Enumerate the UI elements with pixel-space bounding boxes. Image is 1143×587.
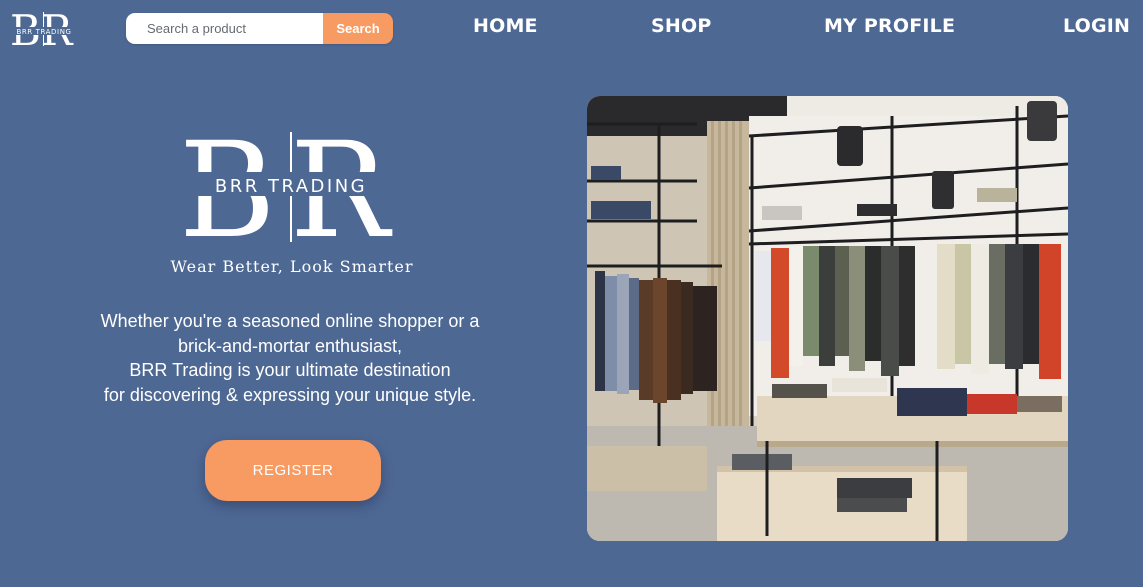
hero-brand-name: BRR TRADING (215, 176, 367, 197)
hero-logo: BR BRR TRADING (176, 122, 406, 244)
brr-logo-icon: BR BRR TRADING (10, 6, 76, 50)
search-button[interactable]: Search (323, 13, 393, 44)
nav-login-link[interactable]: LOGIN (1063, 15, 1130, 37)
nav-shop-link[interactable]: SHOP (651, 15, 711, 37)
description-line: for discovering & expressing your unique… (103, 384, 477, 405)
description-line: brick-and-mortar enthusiast, (177, 335, 403, 356)
brand-logo[interactable]: BR BRR TRADING (8, 6, 80, 50)
logo-subtext: BRR TRADING (16, 28, 71, 36)
register-button[interactable]: REGISTER (205, 440, 381, 501)
hero-description: Whether you're a seasoned online shopper… (40, 309, 540, 407)
nav-my-profile-link[interactable]: MY PROFILE (824, 15, 955, 37)
store-interior-image (587, 96, 1068, 541)
description-line: Whether you're a seasoned online shopper… (100, 311, 480, 331)
search-bar: Search (126, 13, 393, 44)
search-input[interactable] (126, 13, 323, 44)
nav-home-link[interactable]: HOME (473, 15, 538, 37)
description-line: BRR Trading is your ultimate destination (129, 360, 451, 380)
tagline: Wear Better, Look Smarter (170, 257, 414, 276)
